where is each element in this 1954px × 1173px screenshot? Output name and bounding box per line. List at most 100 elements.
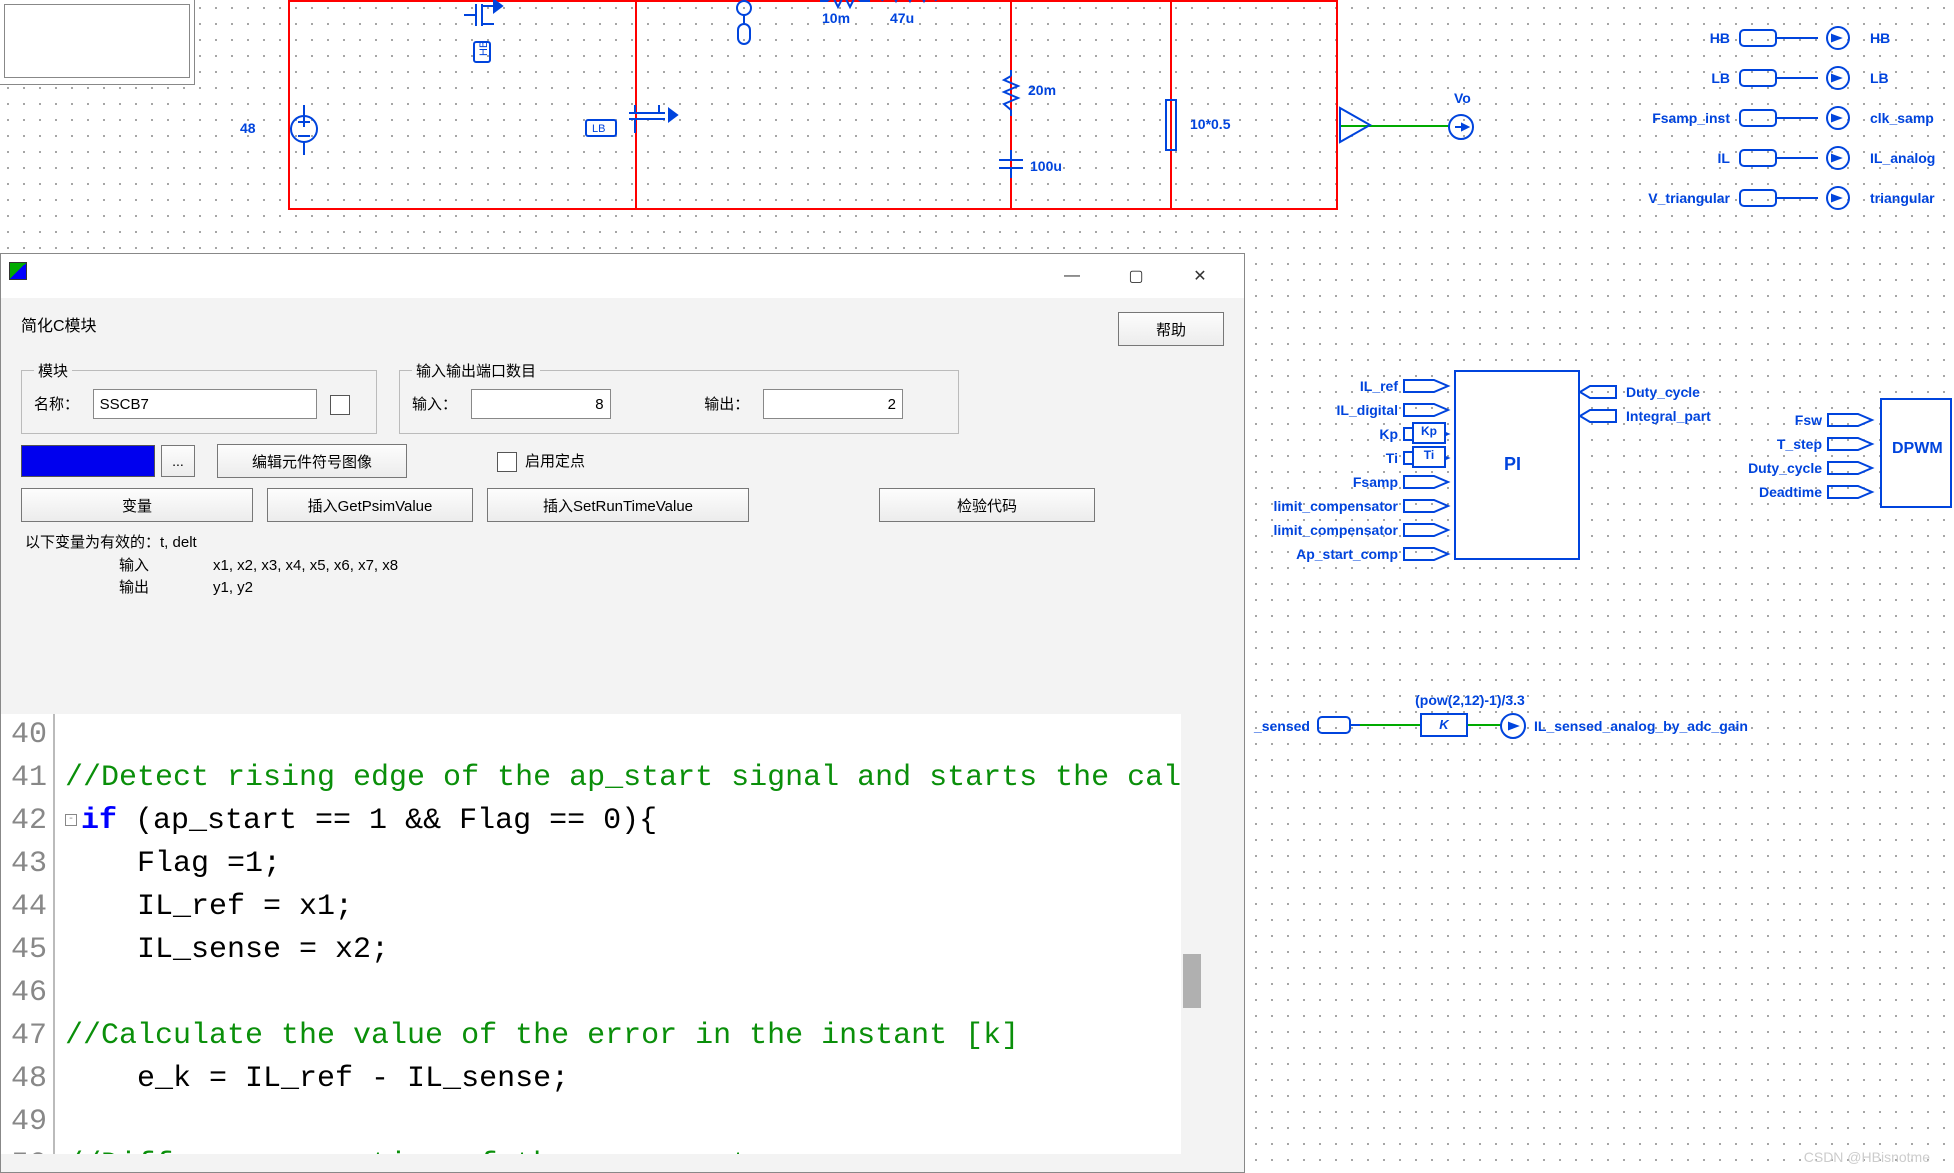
input-count-field[interactable] [471, 389, 611, 419]
mosfet-hb-icon [464, 0, 504, 30]
valid-vars-text: 以下变量为有效的：t, delt 输入x1, x2, x3, x4, x5, x… [25, 532, 1224, 600]
code-line[interactable]: 47//Calculate the value of the error in … [1, 1015, 1181, 1058]
io-legend: 输入输出端口数目 [412, 360, 540, 381]
vsource-icon [290, 105, 318, 161]
pi-in-label: limit_compensator [1228, 498, 1398, 514]
gain-in-label: _sensed [1240, 718, 1310, 734]
gain-k-box[interactable]: K [1420, 713, 1468, 737]
tag-sensed-icon [1318, 714, 1362, 736]
minimize-button[interactable]: — [1040, 256, 1104, 296]
port-icon [1828, 458, 1880, 478]
pi-in-label: Fsamp [1228, 474, 1398, 490]
help-button[interactable]: 帮助 [1118, 312, 1224, 346]
code-line[interactable]: 44 IL_ref = x1; [1, 886, 1181, 929]
pi-in-label: limit_compensator [1228, 522, 1398, 538]
probe-vo-icon [1448, 114, 1474, 140]
output-count-label: 输出： [704, 396, 749, 413]
L-label: 47u [890, 10, 914, 26]
editor-scrollbar-thumb[interactable] [1183, 954, 1201, 1008]
gain-expr: (pow(2,12)-1)/3.3 [1370, 692, 1570, 708]
resr-label: 20m [1028, 82, 1056, 98]
enable-fixed-label: 启用定点 [525, 453, 585, 470]
tag-to: triangular [1870, 190, 1954, 206]
svg-text:HB: HB [478, 41, 490, 56]
code-line[interactable]: 46 [1, 972, 1181, 1015]
port-icon [1404, 520, 1454, 540]
rind-label: 10m [822, 10, 850, 26]
name-checkbox[interactable] [330, 395, 350, 415]
mosfet-lb-icon [625, 105, 681, 137]
tag-to: IL_analog [1870, 150, 1954, 166]
tag-icon [1740, 146, 1860, 170]
cap-label: 100u [1030, 158, 1062, 174]
left-toolpanel-fragment [0, 0, 195, 85]
port-icon [1828, 482, 1880, 502]
code-line[interactable]: 43 Flag =1; [1, 843, 1181, 886]
tag-lb-icon: LB [584, 116, 624, 140]
tag-icon [1740, 106, 1860, 130]
color-swatch[interactable] [21, 445, 155, 477]
code-line[interactable]: 48 e_k = IL_ref - IL_sense; [1, 1058, 1181, 1101]
dialog-icon [9, 262, 27, 280]
pi-out-label: Duty_cycle [1626, 384, 1786, 400]
watermark: CSDN @HBisnotme [1804, 1149, 1930, 1165]
port-icon [1404, 472, 1454, 492]
variables-button[interactable]: 变量 [21, 488, 253, 522]
dialog-titlebar[interactable]: — ▢ ✕ [1, 254, 1244, 298]
port-icon [1404, 544, 1454, 564]
module-fieldset: 模块 名称： [21, 360, 377, 434]
tag-hb-icon: HB [470, 32, 496, 72]
color-ellipsis-button[interactable]: ... [161, 445, 195, 477]
tag-icon [1740, 186, 1860, 210]
dpwm-block-name: DPWM [1892, 440, 1943, 458]
dpwm-in-label: Fsw [1700, 412, 1822, 428]
close-button[interactable]: ✕ [1168, 256, 1232, 296]
name-input[interactable] [93, 389, 317, 419]
maximize-button[interactable]: ▢ [1104, 256, 1168, 296]
cap-icon [997, 150, 1025, 178]
gain-out-label: IL_sensed_analog_by_adc_gain [1534, 718, 1894, 734]
tag-to: LB [1870, 70, 1954, 86]
code-line[interactable]: 45 IL_sense = x2; [1, 929, 1181, 972]
code-line[interactable]: 40 [1, 714, 1181, 757]
rload-label: 10*0.5 [1190, 116, 1230, 132]
pi-in-label: IL_ref [1228, 378, 1398, 394]
enable-fixed-checkbox[interactable] [497, 452, 517, 472]
pi-in-label: IL_digital [1228, 402, 1398, 418]
op-buffer-icon [1340, 108, 1380, 144]
module-legend: 模块 [34, 360, 72, 381]
code-line[interactable]: 50//Difference equation of the compensat… [1, 1144, 1181, 1154]
insert-setruntime-button[interactable]: 插入SetRunTimeValue [487, 488, 749, 522]
tag-from: Fsamp_inst [1560, 110, 1730, 126]
pi-in-label: Kp [1228, 426, 1398, 442]
port-icon [1828, 410, 1880, 430]
vin-label: 48 [240, 120, 256, 136]
check-code-button[interactable]: 检验代码 [879, 488, 1095, 522]
port-icon [1828, 434, 1880, 454]
output-count-field[interactable] [763, 389, 903, 419]
port-out-icon [1580, 406, 1620, 426]
resr-icon [1001, 70, 1021, 116]
name-label: 名称： [34, 396, 79, 413]
port-out-icon [1580, 382, 1620, 402]
code-editor[interactable]: 4041//Detect rising edge of the ap_start… [1, 714, 1181, 1154]
tag-from: HB [1560, 30, 1730, 46]
input-count-label: 输入： [412, 396, 457, 413]
dialog-title: 简化C模块 [21, 312, 97, 336]
code-line[interactable]: 49 [1, 1101, 1181, 1144]
pi-in-label: Ap_start_comp [1228, 546, 1398, 562]
insert-getpsim-button[interactable]: 插入GetPsimValue [267, 488, 473, 522]
pi-block-name: PI [1504, 454, 1521, 475]
code-line[interactable]: 42-if (ap_start == 1 && Flag == 0){ [1, 800, 1181, 843]
io-fieldset: 输入输出端口数目 输入： 输出： [399, 360, 959, 434]
svg-text:LB: LB [592, 123, 605, 135]
gain-wire-out [1468, 724, 1502, 726]
resistor-rind-icon [820, 0, 870, 8]
dpwm-in-label: T_step [1700, 436, 1822, 452]
code-line[interactable]: 41//Detect rising edge of the ap_start s… [1, 757, 1181, 800]
kp-port: Kp [1412, 422, 1446, 444]
inductor-icon [882, 0, 936, 4]
edit-symbol-button[interactable]: 编辑元件符号图像 [217, 444, 407, 478]
current-probe-icon [730, 0, 762, 50]
simplified-c-block-dialog[interactable]: — ▢ ✕ 简化C模块 帮助 模块 名称： 输入输出端口数目 输入： 输出： [0, 253, 1245, 1173]
